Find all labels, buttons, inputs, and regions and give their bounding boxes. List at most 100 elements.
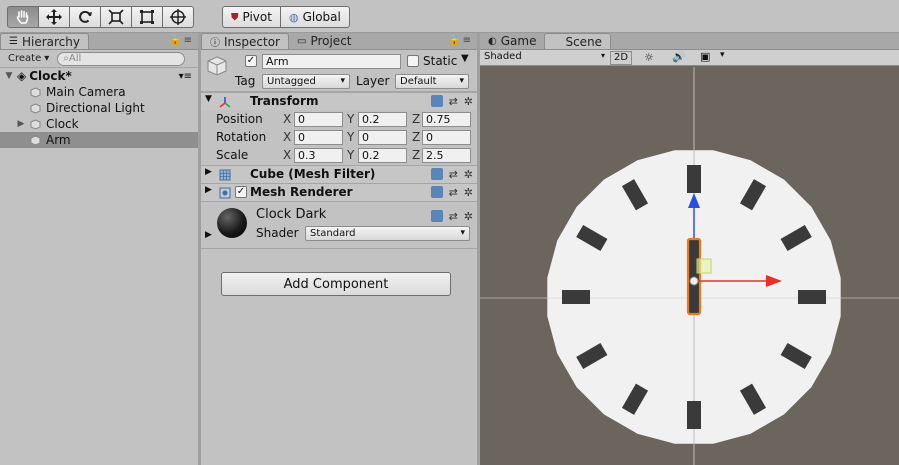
transform-icon xyxy=(170,9,186,25)
help-book-icon[interactable] xyxy=(430,210,443,222)
component-icons: ⇄ ✲ xyxy=(430,95,473,108)
expand-arrow-icon[interactable]: ▼ xyxy=(4,71,14,81)
scale-row: Scale X 0.3 Y 0.2 Z 2.5 xyxy=(201,147,477,165)
tab-inspector[interactable]: ⓘ Inspector xyxy=(201,33,289,49)
create-dropdown[interactable]: Create ▾ xyxy=(4,52,53,66)
scene-viewport[interactable] xyxy=(480,67,899,465)
help-book-icon[interactable] xyxy=(430,186,443,198)
gameobject-icon xyxy=(30,86,41,98)
move-tool-button[interactable] xyxy=(38,6,70,28)
panel-lock-menu-icon[interactable]: 🔒≡ xyxy=(448,35,473,46)
component-icons: ⇄ ✲ xyxy=(430,168,473,181)
gear-icon[interactable]: ✲ xyxy=(464,210,473,223)
plane-handle-icon xyxy=(696,258,712,274)
preset-icon[interactable]: ⇄ xyxy=(449,95,458,108)
mesh-grid-icon xyxy=(219,169,231,181)
preset-icon[interactable]: ⇄ xyxy=(449,168,458,181)
list-icon: ☰ xyxy=(9,36,18,47)
rotation-y-field[interactable]: 0 xyxy=(358,130,407,145)
expand-arrow-icon[interactable]: ▶ xyxy=(205,230,212,240)
toggle-2d-button[interactable]: 2D xyxy=(610,51,632,65)
tab-project[interactable]: ▭ Project xyxy=(289,33,360,49)
expand-arrow-icon[interactable]: ▶ xyxy=(205,167,212,177)
gameobject-icon xyxy=(30,118,41,130)
preset-icon[interactable]: ⇄ xyxy=(449,210,458,223)
material-preview-sphere[interactable] xyxy=(217,208,247,238)
effects-toggle-icon[interactable]: ▣ xyxy=(700,50,710,63)
rotate-tool-button[interactable] xyxy=(69,6,101,28)
tag-dropdown[interactable]: Untagged xyxy=(262,74,350,89)
scale-y-field[interactable]: 0.2 xyxy=(358,148,407,163)
component-icons: ⇄ ✲ xyxy=(430,186,473,199)
rotation-row: Rotation X 0 Y 0 Z 0 xyxy=(201,129,477,147)
scale-x-field[interactable]: 0.3 xyxy=(294,148,343,163)
layer-dropdown[interactable]: Default xyxy=(395,74,469,89)
hour-mark xyxy=(687,165,701,193)
scale-z-field[interactable]: 2.5 xyxy=(422,148,471,163)
active-checkbox[interactable]: ✓ xyxy=(245,55,257,67)
tab-game[interactable]: ◐ Game xyxy=(480,33,544,49)
scale-tool-button[interactable] xyxy=(100,6,132,28)
inspector-tabbar: ⓘ Inspector ▭ Project 🔒≡ xyxy=(201,33,477,50)
global-toggle[interactable]: ◍ Global xyxy=(279,6,350,28)
scene-root-row[interactable]: ▼ ◈ Clock* ▾≡ xyxy=(0,68,198,84)
help-book-icon[interactable] xyxy=(430,95,443,107)
move-icon xyxy=(46,9,62,25)
hand-tool-button[interactable] xyxy=(7,6,39,28)
globe-icon: ◍ xyxy=(288,10,299,24)
collapse-arrow-icon[interactable]: ▼ xyxy=(205,94,212,104)
position-row: Position X 0 Y 0.2 Z 0.75 xyxy=(201,111,477,129)
help-book-icon[interactable] xyxy=(430,168,443,180)
hierarchy-subbar: Create ▾ ⌕ All xyxy=(0,50,198,68)
lighting-toggle-icon[interactable]: ☼ xyxy=(644,51,654,64)
rotation-x-field[interactable]: 0 xyxy=(294,130,343,145)
main-toolbar: ⛊ Pivot ◍ Global xyxy=(0,0,899,33)
expand-arrow-icon[interactable]: ▶ xyxy=(16,119,26,129)
transform-body: Position X 0 Y 0.2 Z 0.75 Rotation X 0 Y… xyxy=(201,110,477,165)
hour-mark xyxy=(562,290,590,304)
chevron-down-icon[interactable]: ▾ xyxy=(720,50,725,60)
gear-icon[interactable]: ✲ xyxy=(464,95,473,108)
gameobject-icon xyxy=(30,134,41,146)
tab-hierarchy[interactable]: ☰ Hierarchy xyxy=(0,33,89,49)
position-z-field[interactable]: 0.75 xyxy=(422,112,471,127)
add-component-button[interactable]: Add Component xyxy=(221,272,451,296)
tree-item-directional-light[interactable]: Directional Light xyxy=(0,100,198,116)
pivot-icon: ⛊ xyxy=(231,11,239,23)
scene-canvas[interactable] xyxy=(480,67,899,465)
rect-tool-button[interactable] xyxy=(131,6,163,28)
audio-toggle-icon[interactable]: 🔊 xyxy=(672,50,686,63)
scene-menu-icon[interactable]: ▾≡ xyxy=(179,71,192,82)
static-dropdown-icon[interactable]: ▼ xyxy=(461,53,469,64)
static-checkbox[interactable] xyxy=(407,55,419,67)
mesh-renderer-enabled-checkbox[interactable]: ✓ xyxy=(235,186,247,198)
transform-tool-button[interactable] xyxy=(162,6,194,28)
transform-tools xyxy=(7,6,194,28)
tree-item-arm[interactable]: Arm xyxy=(0,132,198,148)
panel-lock-menu-icon[interactable]: 🔒≡ xyxy=(169,35,194,46)
tree-item-clock[interactable]: ▶ Clock xyxy=(0,116,198,132)
tree-item-main-camera[interactable]: Main Camera xyxy=(0,84,198,100)
hierarchy-tabbar: ☰ Hierarchy 🔒≡ xyxy=(0,33,198,50)
rotation-z-field[interactable]: 0 xyxy=(422,130,471,145)
object-name-field[interactable]: Arm xyxy=(262,54,401,69)
mesh-renderer-header[interactable]: ▶ ✓ Mesh Renderer ⇄ ✲ xyxy=(201,183,477,201)
mesh-filter-header[interactable]: ▶ Cube (Mesh Filter) ⇄ ✲ xyxy=(201,165,477,183)
shader-dropdown[interactable]: Standard xyxy=(305,226,470,241)
transform-header[interactable]: ▼ Transform ⇄ ✲ xyxy=(201,92,477,110)
pivot-global-group: ⛊ Pivot ◍ Global xyxy=(222,6,350,28)
hierarchy-search-input[interactable]: ⌕ All xyxy=(57,51,186,66)
hour-mark xyxy=(798,290,826,304)
preset-icon[interactable]: ⇄ xyxy=(449,186,458,199)
shading-mode-dropdown[interactable]: Shaded ▾ xyxy=(484,51,605,65)
cube-object-icon xyxy=(207,56,227,76)
rotate-icon xyxy=(79,10,92,23)
position-x-field[interactable]: 0 xyxy=(294,112,343,127)
position-y-field[interactable]: 0.2 xyxy=(358,112,407,127)
tab-scene[interactable]: Scene xyxy=(544,33,612,49)
gear-icon[interactable]: ✲ xyxy=(464,168,473,181)
pivot-point-icon xyxy=(689,276,699,286)
pivot-toggle[interactable]: ⛊ Pivot xyxy=(222,6,281,28)
expand-arrow-icon[interactable]: ▶ xyxy=(205,185,212,195)
gear-icon[interactable]: ✲ xyxy=(464,186,473,199)
